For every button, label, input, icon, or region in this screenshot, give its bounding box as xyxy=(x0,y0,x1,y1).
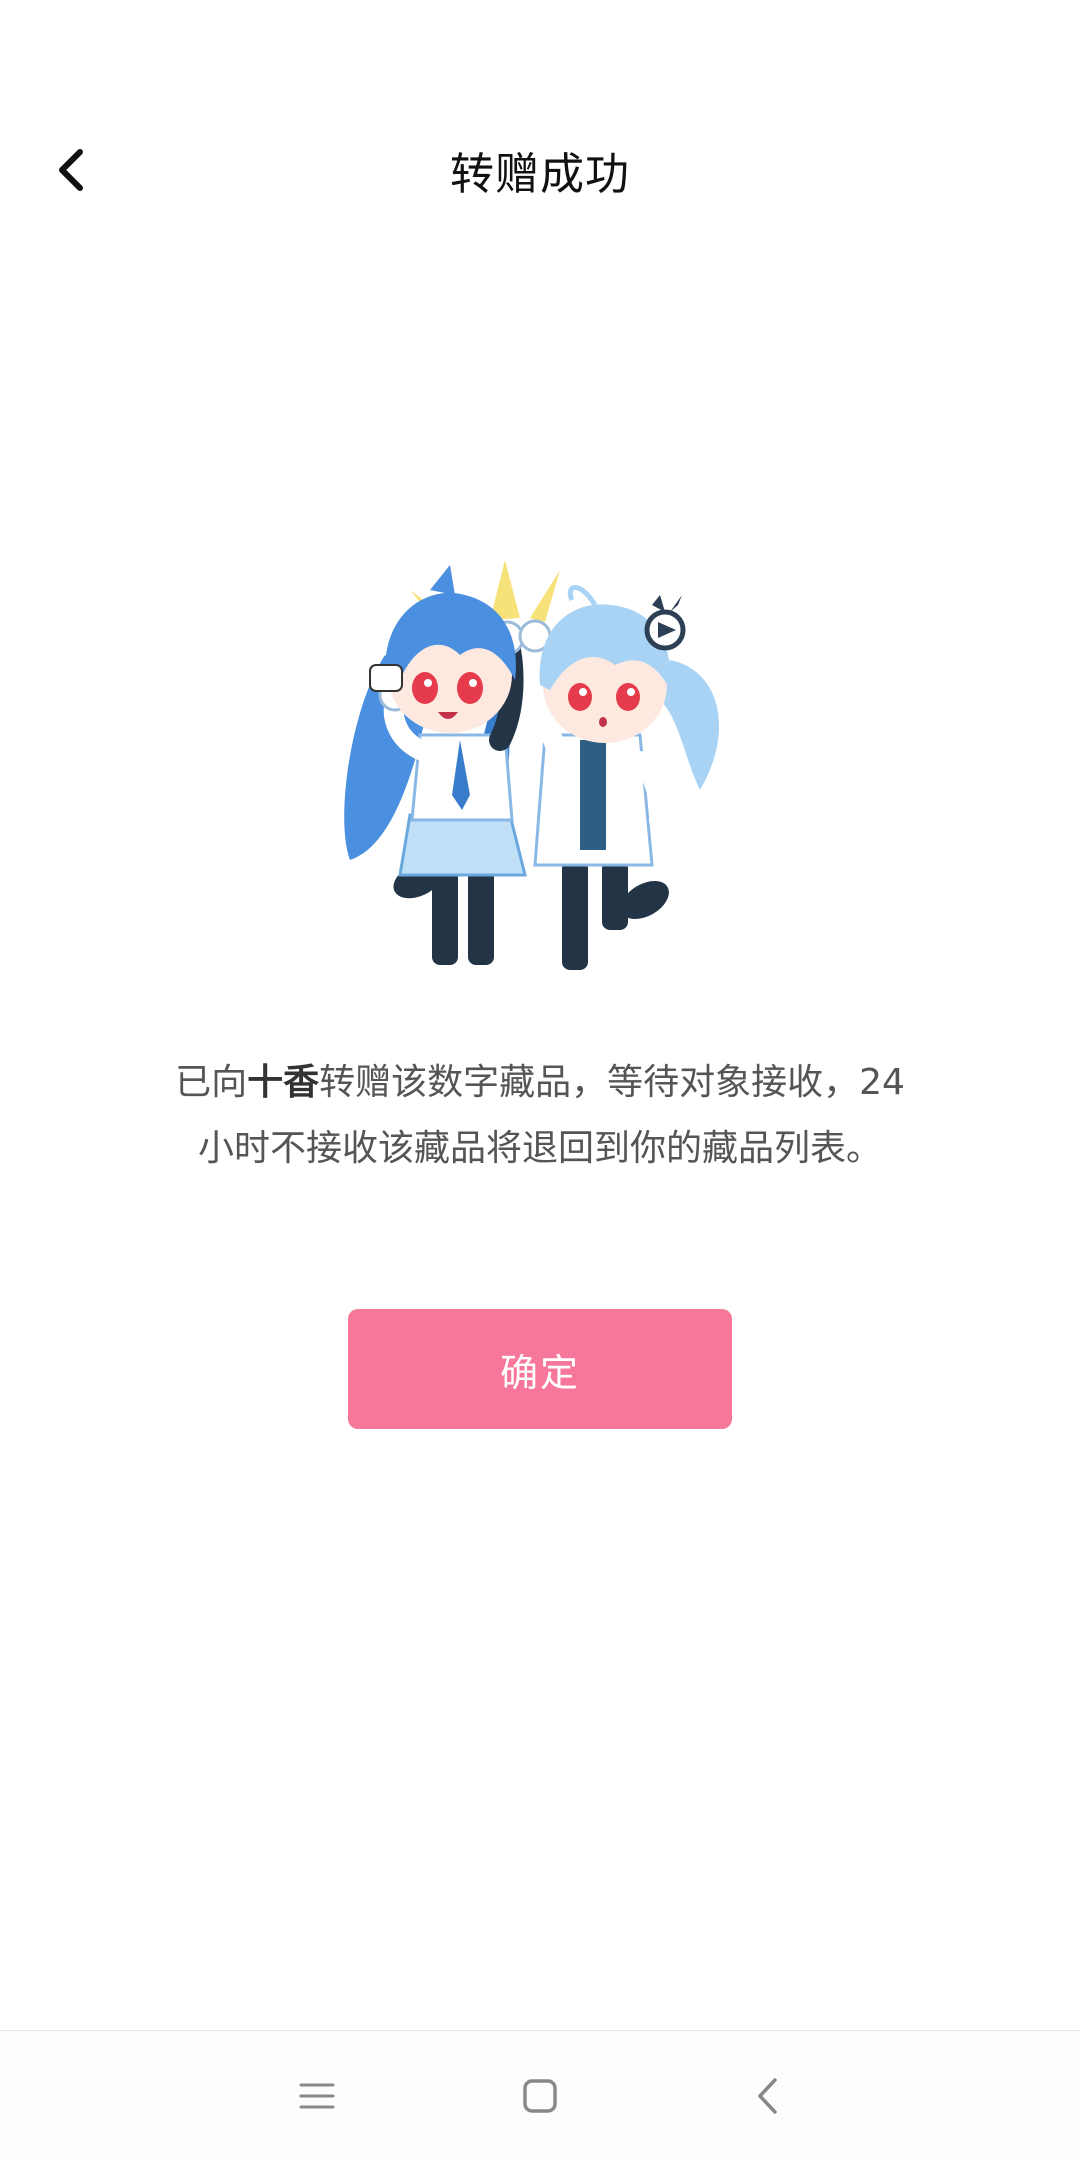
right-girl-figure xyxy=(518,585,720,970)
recipient-name: 十香 xyxy=(247,1062,320,1103)
home-square-icon xyxy=(523,2079,557,2113)
left-girl-figure xyxy=(344,565,527,965)
confirm-button[interactable]: 确定 xyxy=(348,1309,732,1429)
gift-success-page: 转赠成功 已向十香转赠该数字藏品，等待对象接收，24小时不接收该藏品将退回到你的… xyxy=(0,0,1080,2160)
recent-apps-button[interactable] xyxy=(282,2061,352,2131)
back-chevron-icon xyxy=(758,2078,777,2114)
top-bar: 转赠成功 xyxy=(0,110,1080,230)
system-back-button[interactable] xyxy=(733,2061,803,2131)
two-chibi-girls-high-five-illustration xyxy=(340,560,750,980)
home-button[interactable] xyxy=(505,2061,575,2131)
system-navigation-bar xyxy=(0,2031,1080,2160)
transfer-message: 已向十香转赠该数字藏品，等待对象接收，24小时不接收该藏品将退回到你的藏品列表。 xyxy=(160,1050,920,1182)
page-title: 转赠成功 xyxy=(450,149,630,200)
menu-lines-icon xyxy=(299,2083,335,2109)
message-prefix: 已向 xyxy=(175,1062,248,1103)
